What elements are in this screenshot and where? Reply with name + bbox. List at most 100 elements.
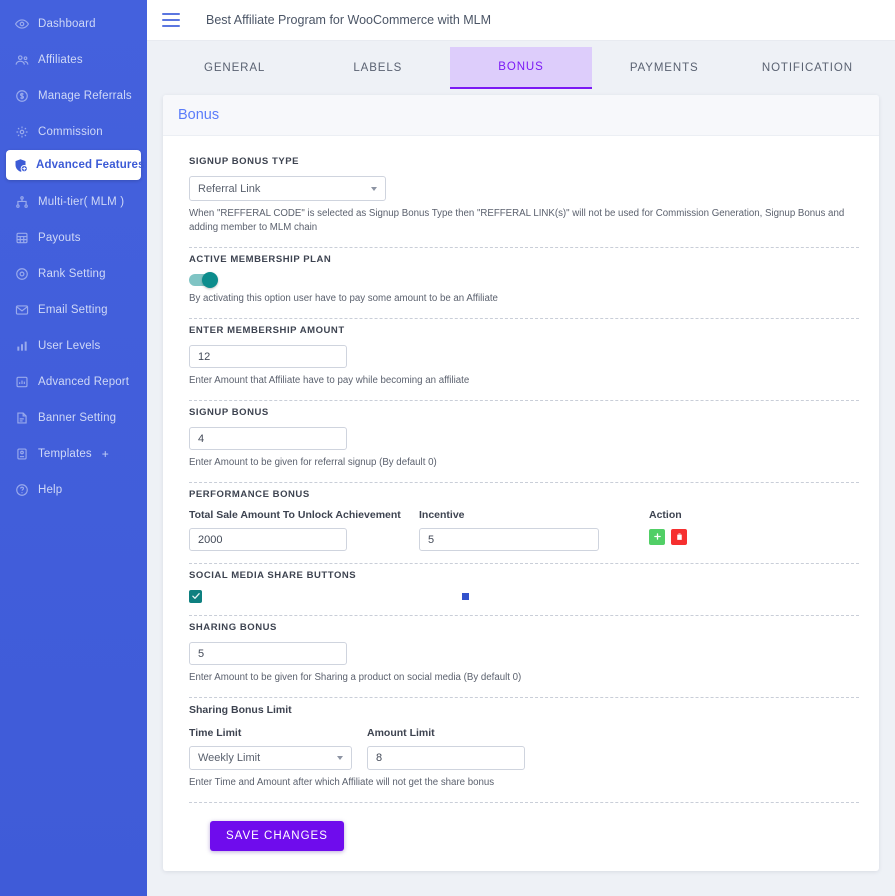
performance-bonus-row xyxy=(189,528,859,552)
refresh-dollar-icon xyxy=(14,88,30,104)
membership-amount-helper: Enter Amount that Affiliate have to pay … xyxy=(189,375,470,387)
trash-icon xyxy=(675,528,684,546)
main-area: Best Affiliate Program for WooCommerce w… xyxy=(147,0,895,896)
signup-bonus-label: SIGNUP BONUS xyxy=(189,407,269,419)
sidebar-item-label: Help xyxy=(38,484,63,496)
sidebar-item-help[interactable]: Help xyxy=(8,476,139,504)
column-total-sale-label: Total Sale Amount To Unlock Achievement xyxy=(189,509,401,522)
templates-expand-icon[interactable]: + xyxy=(102,448,109,460)
sidebar-item-payouts[interactable]: Payouts xyxy=(8,224,139,252)
active-membership-plan-toggle[interactable] xyxy=(189,272,218,289)
sharing-bonus-limit-label: Sharing Bonus Limit xyxy=(189,704,292,717)
membership-amount-label: ENTER MEMBERSHIP AMOUNT xyxy=(189,325,345,337)
top-bar: Best Affiliate Program for WooCommerce w… xyxy=(147,0,895,41)
total-sale-amount-input[interactable] xyxy=(189,528,347,552)
section-signup-bonus: SIGNUP BONUS Enter Amount to be given fo… xyxy=(189,401,859,478)
sidebar-item-advanced-report[interactable]: Advanced Report xyxy=(8,368,139,396)
section-sharing-bonus-limit: Sharing Bonus Limit Time Limit Amount Li… xyxy=(189,698,859,798)
sidebar-item-templates[interactable]: Templates + xyxy=(8,440,139,468)
time-limit-value: Weekly Limit xyxy=(198,752,261,765)
active-membership-plan-label: ACTIVE MEMBERSHIP PLAN xyxy=(189,254,332,266)
question-circle-icon xyxy=(14,482,30,498)
sidebar: Dashboard Affiliates Manage Referrals Co… xyxy=(0,0,147,896)
sidebar-item-label: Banner Setting xyxy=(38,412,117,424)
tab-bonus[interactable]: BONUS xyxy=(450,47,592,89)
report-icon xyxy=(14,374,30,390)
column-incentive-label: Incentive xyxy=(419,509,465,522)
add-row-button[interactable] xyxy=(649,528,665,546)
sidebar-item-manage-referrals[interactable]: Manage Referrals xyxy=(8,82,139,110)
social-media-share-checkbox[interactable] xyxy=(189,588,202,606)
sidebar-item-label: Templates xyxy=(38,448,92,460)
sidebar-item-label: Email Setting xyxy=(38,304,108,316)
tab-payments[interactable]: PAYMENTS xyxy=(594,47,735,89)
tab-notification[interactable]: NOTIFICATION xyxy=(737,47,878,89)
section-membership-amount: ENTER MEMBERSHIP AMOUNT Enter Amount tha… xyxy=(189,319,859,396)
content-area: GENERAL LABELS BONUS PAYMENTS NOTIFICATI… xyxy=(147,41,895,896)
active-membership-plan-helper: By activating this option user have to p… xyxy=(189,293,498,305)
bar-chart-icon xyxy=(14,338,30,354)
sidebar-item-commission[interactable]: Commission xyxy=(8,118,139,146)
signup-bonus-type-select[interactable]: Referral Link xyxy=(189,176,386,201)
delete-row-button[interactable] xyxy=(671,528,687,546)
card-header: Bonus xyxy=(163,95,879,136)
sidebar-item-user-levels[interactable]: User Levels xyxy=(8,332,139,360)
template-icon xyxy=(14,446,30,462)
chevron-down-icon xyxy=(371,186,377,191)
signup-bonus-type-value: Referral Link xyxy=(198,182,261,195)
sidebar-item-label: Advanced Features xyxy=(36,159,145,171)
shield-plus-icon xyxy=(12,157,28,173)
sharing-bonus-input[interactable] xyxy=(189,642,347,666)
signup-bonus-input[interactable] xyxy=(189,427,347,451)
save-changes-button[interactable]: SAVE CHANGES xyxy=(210,821,344,852)
tab-bar: GENERAL LABELS BONUS PAYMENTS NOTIFICATI… xyxy=(163,41,879,89)
sidebar-item-dashboard[interactable]: Dashboard xyxy=(8,10,139,38)
sharing-bonus-limit-helper: Enter Time and Amount after which Affili… xyxy=(189,777,495,789)
social-media-share-buttons-label: SOCIAL MEDIA SHARE BUTTONS xyxy=(189,570,357,582)
sidebar-item-label: Payouts xyxy=(38,232,81,244)
section-sharing-bonus: SHARING BONUS Enter Amount to be given f… xyxy=(189,616,859,693)
sidebar-item-affiliates[interactable]: Affiliates xyxy=(8,46,139,74)
broken-image-icon xyxy=(462,593,469,601)
gear-icon xyxy=(14,124,30,140)
sidebar-item-label: Manage Referrals xyxy=(38,90,132,102)
sidebar-item-label: User Levels xyxy=(38,340,101,352)
toggle-knob xyxy=(202,272,218,289)
card-title: Bonus xyxy=(178,107,220,123)
sidebar-item-label: Commission xyxy=(38,126,103,138)
sidebar-item-banner-setting[interactable]: Banner Setting xyxy=(8,404,139,432)
sharing-bonus-limit-header-row: Time Limit Amount Limit xyxy=(189,727,859,746)
sidebar-item-label: Multi-tier( MLM ) xyxy=(38,196,125,208)
sidebar-item-multi-tier-mlm[interactable]: Multi-tier( MLM ) xyxy=(8,188,139,216)
signup-bonus-type-helper: When "REFFERAL CODE" is selected as Sign… xyxy=(189,208,845,234)
column-action-label: Action xyxy=(649,509,682,522)
amount-limit-input[interactable] xyxy=(367,746,525,771)
sidebar-item-label: Rank Setting xyxy=(38,268,106,280)
hamburger-icon[interactable] xyxy=(162,13,180,27)
sharing-bonus-label: SHARING BONUS xyxy=(189,622,277,634)
section-signup-bonus-type: SIGNUP BONUS TYPE Referral Link When "RE… xyxy=(189,150,859,243)
circle-target-icon xyxy=(14,266,30,282)
tab-general[interactable]: GENERAL xyxy=(164,47,305,89)
time-limit-select[interactable]: Weekly Limit xyxy=(189,746,352,771)
checkmark-icon xyxy=(191,588,201,606)
sidebar-item-email-setting[interactable]: Email Setting xyxy=(8,296,139,324)
sidebar-item-label: Advanced Report xyxy=(38,376,130,388)
bonus-card: Bonus SIGNUP BONUS TYPE Referral Link Wh… xyxy=(163,95,879,872)
save-section: SAVE CHANGES xyxy=(189,803,859,871)
plus-icon xyxy=(653,528,662,546)
eye-icon xyxy=(14,16,30,32)
performance-bonus-label: PERFORMANCE BONUS xyxy=(189,489,310,501)
users-icon xyxy=(14,52,30,68)
time-limit-label: Time Limit xyxy=(189,727,242,740)
incentive-input[interactable] xyxy=(419,528,599,552)
membership-amount-input[interactable] xyxy=(189,345,347,369)
sidebar-item-advanced-features[interactable]: Advanced Features xyxy=(6,150,145,180)
signup-bonus-helper: Enter Amount to be given for referral si… xyxy=(189,457,437,469)
sidebar-item-rank-setting[interactable]: Rank Setting xyxy=(8,260,139,288)
section-performance-bonus: PERFORMANCE BONUS Total Sale Amount To U… xyxy=(189,483,859,559)
social-media-row xyxy=(189,588,859,606)
tab-labels[interactable]: LABELS xyxy=(307,47,448,89)
sidebar-item-label: Dashboard xyxy=(38,18,96,30)
page-title: Best Affiliate Program for WooCommerce w… xyxy=(206,13,492,27)
